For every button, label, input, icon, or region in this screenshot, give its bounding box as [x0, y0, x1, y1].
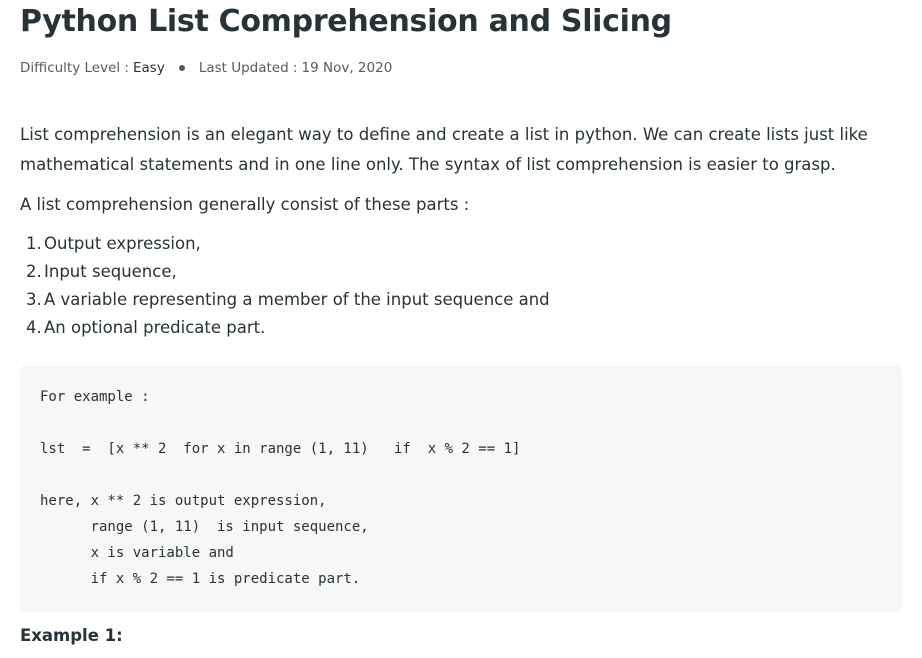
code-line: if x % 2 == 1 is predicate part.: [40, 571, 361, 587]
code-example-block: For example : lst = [x ** 2 for x in ran…: [20, 365, 902, 612]
code-line: For example :: [40, 389, 150, 405]
list-item-text: Output expression,: [44, 234, 201, 253]
parts-intro-paragraph: A list comprehension generally consist o…: [20, 195, 470, 214]
list-item-text: An optional predicate part.: [44, 318, 266, 337]
difficulty-label: Difficulty Level :: [20, 60, 129, 76]
article-title: Python List Comprehension and Slicing: [20, 4, 672, 39]
list-item: 3. A variable representing a member of t…: [26, 286, 550, 314]
list-item-number: 3.: [26, 290, 42, 309]
list-item: 1. Output expression,: [26, 230, 550, 258]
list-item-text: Input sequence,: [44, 262, 177, 281]
last-updated-label: Last Updated :: [198, 60, 298, 76]
last-updated-value: 19 Nov, 2020: [301, 60, 393, 76]
code-line: lst = [x ** 2 for x in range (1, 11) if …: [40, 441, 521, 457]
code-line: here, x ** 2 is output expression,: [40, 493, 327, 509]
code-line: x is variable and: [40, 545, 234, 561]
code-line: range (1, 11) is input sequence,: [40, 519, 369, 535]
list-item-text: A variable representing a member of the …: [44, 290, 550, 309]
article-page: Python List Comprehension and Slicing Di…: [0, 0, 922, 658]
list-item-number: 2.: [26, 262, 42, 281]
list-item-number: 1.: [26, 234, 42, 253]
intro-paragraph: List comprehension is an elegant way to …: [20, 125, 868, 174]
list-item-number: 4.: [26, 318, 42, 337]
list-item: 4. An optional predicate part.: [26, 314, 550, 342]
list-item: 2. Input sequence,: [26, 258, 550, 286]
parts-list: 1. Output expression, 2. Input sequence,…: [26, 230, 550, 342]
article-meta: Difficulty Level : Easy Last Updated : 1…: [20, 60, 392, 76]
difficulty-value-link[interactable]: Easy: [133, 60, 165, 76]
example-heading: Example 1:: [20, 626, 123, 645]
separator-dot-icon: [178, 65, 185, 71]
